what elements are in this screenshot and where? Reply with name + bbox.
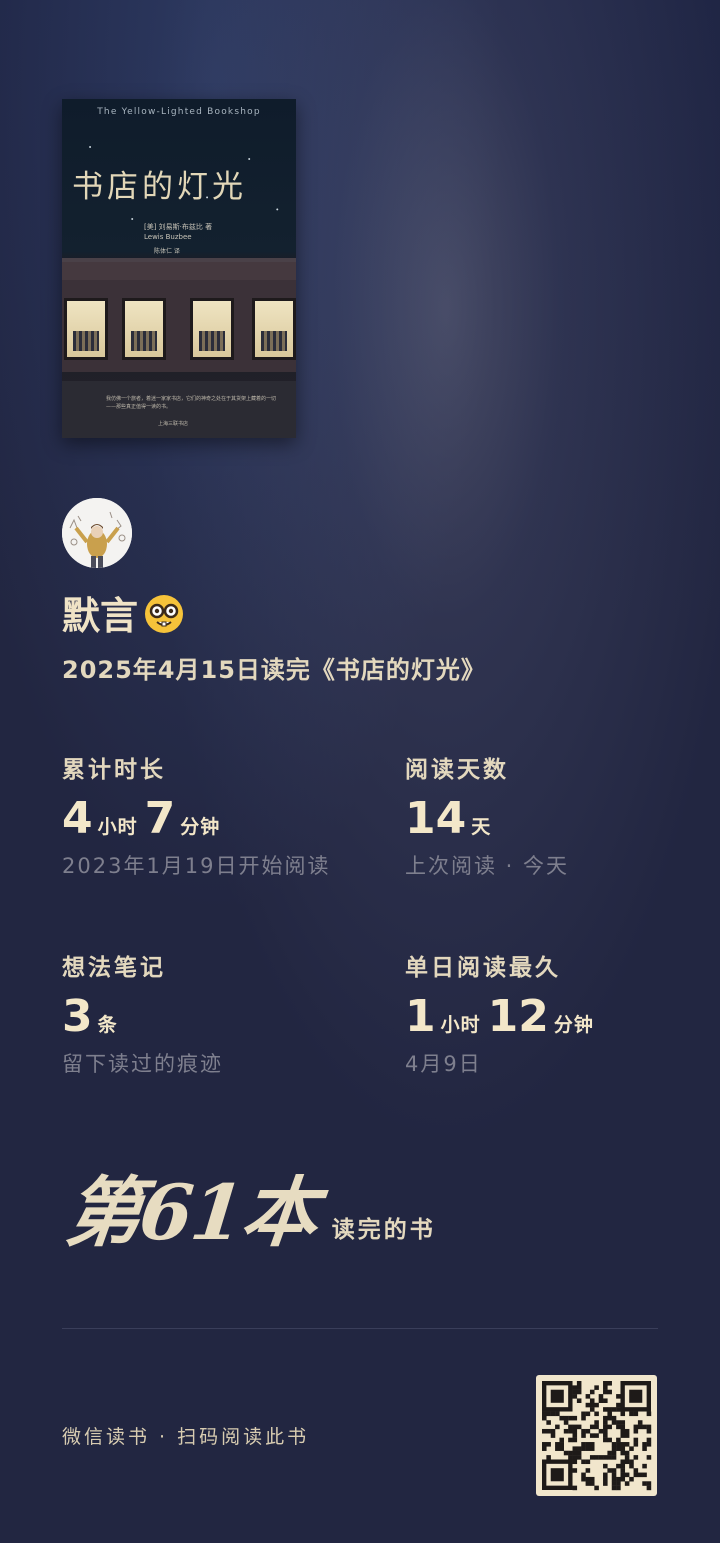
stat-sub: 4月9日 <box>405 1052 482 1076</box>
stat-sub: 留下读过的痕迹 <box>62 1052 223 1076</box>
username-text: 默言 <box>62 594 139 638</box>
stat-label: 单日阅读最久 <box>405 955 561 981</box>
stat-value: 1 小时 12 分钟 <box>405 992 601 1042</box>
finish-date-line: 2025年4月15日读完《书店的灯光》 <box>62 656 486 684</box>
stat-notes: 想法笔记 3 条 留下读过的痕迹 <box>62 948 223 1078</box>
stat-sub: 2023年1月19日开始阅读 <box>62 854 331 878</box>
stat-value: 14 天 <box>405 794 569 844</box>
hours-unit: 小时 <box>97 816 138 838</box>
cover-quote: 我仿佛一个旅者，着迷一家家书店，它们的神奇之处在于其货架上藏着的一切——那些真正… <box>106 396 277 410</box>
book-cover[interactable]: The Yellow-Lighted Bookshop 书店的灯光 [美] 刘易… <box>62 99 296 438</box>
cover-translator: 陈体仁 译 <box>154 248 180 255</box>
stat-label: 累计时长 <box>62 757 166 783</box>
stat-sub: 上次阅读 · 今天 <box>405 854 570 878</box>
minutes-value: 7 <box>144 793 176 844</box>
minutes-value: 12 <box>487 991 549 1042</box>
cover-publisher: 上海三联书店 <box>158 421 189 427</box>
stat-label: 想法笔记 <box>62 955 166 981</box>
notes-value: 3 <box>62 991 93 1042</box>
days-unit: 天 <box>471 816 492 838</box>
avatar-illustration <box>62 498 132 568</box>
reading-share-card: The Yellow-Lighted Bookshop 书店的灯光 [美] 刘易… <box>0 0 720 1543</box>
nth-book-badge: 第61本 读完的书 <box>61 1168 436 1258</box>
stat-value: 4 小时 7 分钟 <box>62 794 331 844</box>
qr-code[interactable] <box>536 1375 657 1496</box>
stat-label: 阅读天数 <box>405 757 509 783</box>
cover-storefront-illustration <box>62 258 296 372</box>
hours-value: 4 <box>62 793 93 844</box>
nerd-face-icon <box>142 591 186 635</box>
nth-book-caption: 读完的书 <box>331 1217 436 1243</box>
minutes-unit: 分钟 <box>553 1014 594 1036</box>
cover-author: [美] 刘易斯·布兹比 著 Lewis Buzbee <box>144 222 212 242</box>
stat-longest-day: 单日阅读最久 1 小时 12 分钟 4月9日 <box>405 948 601 1078</box>
minutes-unit: 分钟 <box>180 816 221 838</box>
avatar[interactable] <box>62 498 132 568</box>
cover-title-en: The Yellow-Lighted Bookshop <box>97 107 261 117</box>
username: 默言 <box>62 585 186 640</box>
cover-author-en: Lewis Buzbee <box>144 233 192 241</box>
hours-unit: 小时 <box>440 1014 481 1036</box>
hours-value: 1 <box>405 991 436 1042</box>
stat-value: 3 条 <box>62 992 223 1042</box>
qr-code-icon <box>542 1381 652 1491</box>
cover-title-zh: 书店的灯光 <box>72 169 247 205</box>
notes-unit: 条 <box>97 1014 118 1036</box>
nth-book-number: 第61本 <box>61 1168 321 1257</box>
cover-author-zh: [美] 刘易斯·布兹比 著 <box>144 223 213 231</box>
days-value: 14 <box>405 793 467 844</box>
stat-total-time: 累计时长 4 小时 7 分钟 2023年1月19日开始阅读 <box>62 750 331 880</box>
stat-reading-days: 阅读天数 14 天 上次阅读 · 今天 <box>405 750 569 880</box>
divider <box>62 1328 658 1329</box>
footer-text: 微信读书 · 扫码阅读此书 <box>62 1426 310 1448</box>
